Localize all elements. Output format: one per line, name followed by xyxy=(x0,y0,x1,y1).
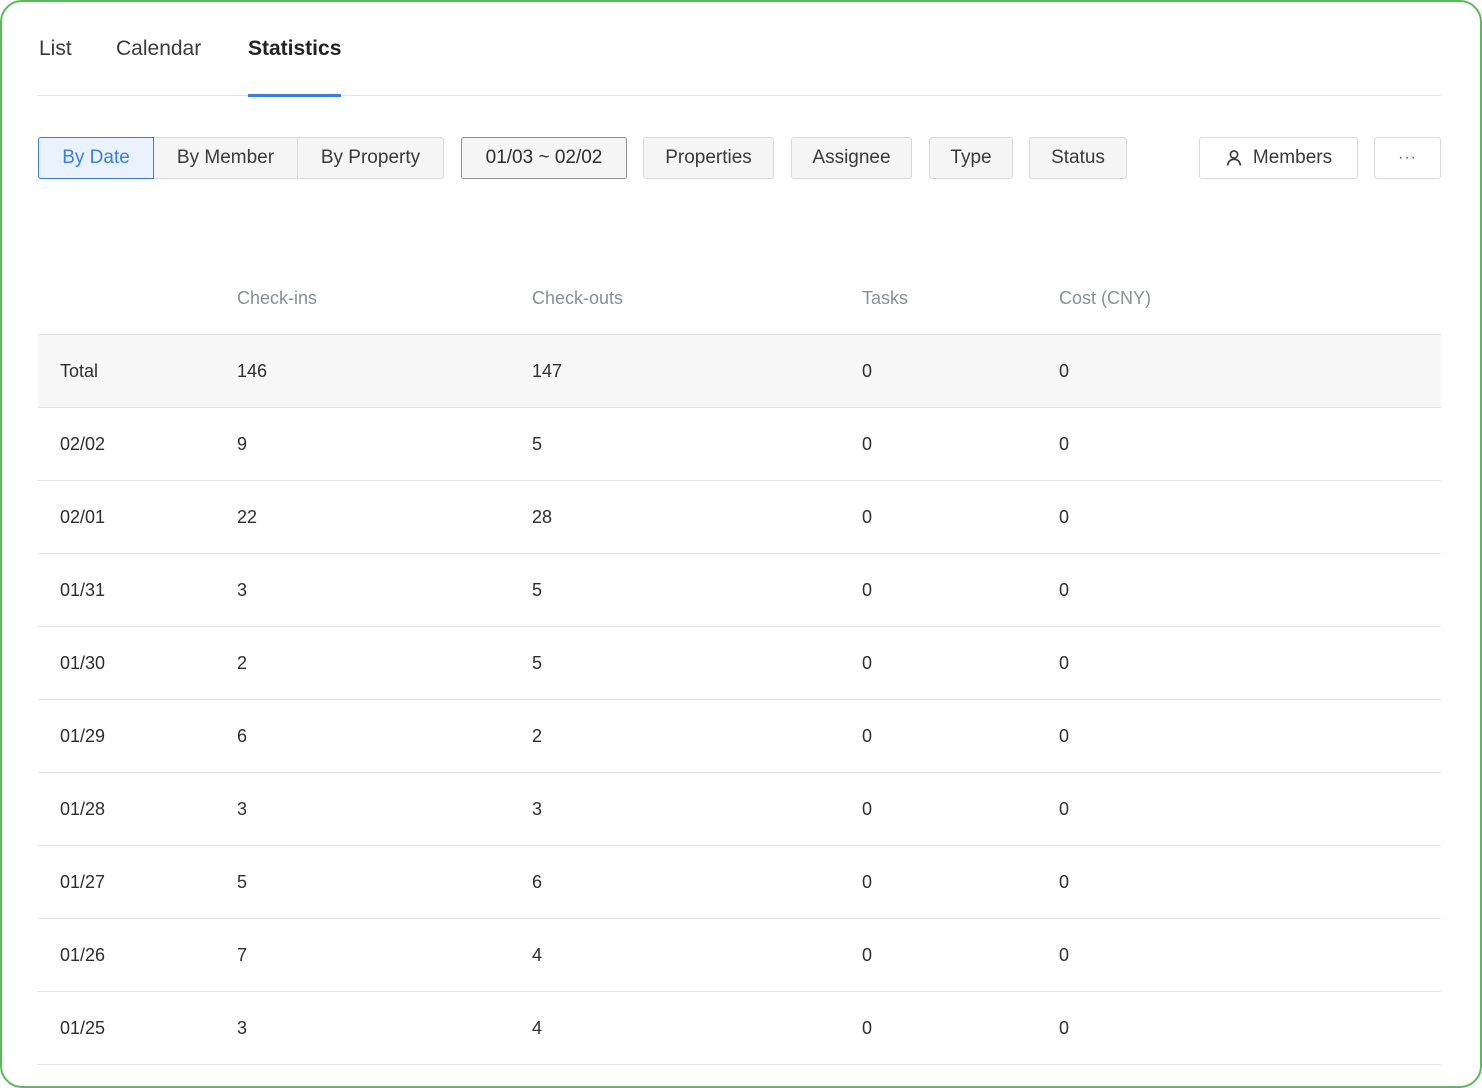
cell-check-outs: 4 xyxy=(532,918,862,992)
cell-tasks: 0 xyxy=(862,699,1059,773)
cell-cost: 0 xyxy=(1059,772,1441,846)
cell-date: 01/27 xyxy=(38,845,237,919)
column-header-date xyxy=(38,262,237,335)
members-label: Members xyxy=(1252,147,1333,168)
statistics-table: Check-ins Check-outs Tasks Cost (CNY) To… xyxy=(38,262,1441,1065)
cell-date: Total xyxy=(38,334,237,408)
cell-check-ins: 3 xyxy=(237,991,532,1065)
cell-tasks: 0 xyxy=(862,407,1059,481)
cell-cost: 0 xyxy=(1059,553,1441,627)
cell-check-ins: 3 xyxy=(237,553,532,627)
cell-check-outs: 2 xyxy=(532,699,862,773)
cell-date: 01/31 xyxy=(38,553,237,627)
cell-check-outs: 4 xyxy=(532,991,862,1065)
group-by-member-button[interactable]: By Member xyxy=(153,137,298,179)
column-header-cost: Cost (CNY) xyxy=(1059,262,1441,335)
cell-check-ins: 6 xyxy=(237,699,532,773)
user-icon xyxy=(1225,149,1243,167)
tab-list[interactable]: List xyxy=(39,36,72,62)
cell-cost: 0 xyxy=(1059,407,1441,481)
table-row: 01/30 2 5 0 0 xyxy=(38,626,1441,700)
cell-check-outs: 5 xyxy=(532,553,862,627)
table-row: 01/31 3 5 0 0 xyxy=(38,553,1441,627)
cell-tasks: 0 xyxy=(862,991,1059,1065)
cell-tasks: 0 xyxy=(862,626,1059,700)
cell-check-ins: 2 xyxy=(237,626,532,700)
cell-check-outs: 28 xyxy=(532,480,862,554)
cell-check-outs: 5 xyxy=(532,407,862,481)
group-by-property-button[interactable]: By Property xyxy=(297,137,444,179)
app-window: List Calendar Statistics By Date By Memb… xyxy=(0,0,1482,1088)
table-row: 01/26 7 4 0 0 xyxy=(38,918,1441,992)
cell-check-ins: 7 xyxy=(237,918,532,992)
cell-check-ins: 3 xyxy=(237,772,532,846)
cell-cost: 0 xyxy=(1059,626,1441,700)
cell-date: 02/01 xyxy=(38,480,237,554)
view-tabs: List Calendar Statistics xyxy=(38,2,1441,97)
more-options-button[interactable]: ··· xyxy=(1374,137,1441,179)
cell-date: 01/30 xyxy=(38,626,237,700)
column-header-check-ins: Check-ins xyxy=(237,262,532,335)
tab-calendar[interactable]: Calendar xyxy=(116,36,201,62)
table-row: 01/29 6 2 0 0 xyxy=(38,699,1441,773)
cell-check-ins: 146 xyxy=(237,334,532,408)
cell-tasks: 0 xyxy=(862,918,1059,992)
cell-tasks: 0 xyxy=(862,553,1059,627)
cell-tasks: 0 xyxy=(862,334,1059,408)
cell-cost: 0 xyxy=(1059,334,1441,408)
cell-tasks: 0 xyxy=(862,845,1059,919)
table-row-total: Total 146 147 0 0 xyxy=(38,334,1441,408)
table-row: 01/28 3 3 0 0 xyxy=(38,772,1441,846)
cell-tasks: 0 xyxy=(862,772,1059,846)
column-header-check-outs: Check-outs xyxy=(532,262,862,335)
cell-check-outs: 6 xyxy=(532,845,862,919)
properties-filter-button[interactable]: Properties xyxy=(643,137,774,179)
cell-cost: 0 xyxy=(1059,699,1441,773)
cell-cost: 0 xyxy=(1059,845,1441,919)
table-body: Total 146 147 0 0 02/02 9 5 0 0 02/01 22 28 0 0 01/31 3 5… xyxy=(38,334,1441,1065)
active-tab-indicator xyxy=(248,94,341,97)
cell-date: 01/26 xyxy=(38,918,237,992)
cell-date: 01/29 xyxy=(38,699,237,773)
cell-check-outs: 147 xyxy=(532,334,862,408)
table-header-row: Check-ins Check-outs Tasks Cost (CNY) xyxy=(38,262,1441,335)
cell-cost: 0 xyxy=(1059,480,1441,554)
cell-date: 02/02 xyxy=(38,407,237,481)
type-filter-button[interactable]: Type xyxy=(929,137,1013,179)
table-row: 01/25 3 4 0 0 xyxy=(38,991,1441,1065)
cell-date: 01/25 xyxy=(38,991,237,1065)
column-header-tasks: Tasks xyxy=(862,262,1059,335)
cell-tasks: 0 xyxy=(862,480,1059,554)
cell-date: 01/28 xyxy=(38,772,237,846)
cell-check-ins: 5 xyxy=(237,845,532,919)
members-button[interactable]: Members xyxy=(1199,137,1358,179)
assignee-filter-button[interactable]: Assignee xyxy=(791,137,912,179)
group-by-date-button[interactable]: By Date xyxy=(38,137,154,179)
table-row: 02/01 22 28 0 0 xyxy=(38,480,1441,554)
cell-check-outs: 5 xyxy=(532,626,862,700)
cell-check-ins: 9 xyxy=(237,407,532,481)
more-icon: ··· xyxy=(1398,149,1417,166)
tab-statistics[interactable]: Statistics xyxy=(248,36,341,62)
table-row: 01/27 5 6 0 0 xyxy=(38,845,1441,919)
cell-check-outs: 3 xyxy=(532,772,862,846)
cell-cost: 0 xyxy=(1059,918,1441,992)
status-filter-button[interactable]: Status xyxy=(1029,137,1127,179)
cell-cost: 0 xyxy=(1059,991,1441,1065)
date-range-picker[interactable]: 01/03 ~ 02/02 xyxy=(461,137,627,179)
table-row: 02/02 9 5 0 0 xyxy=(38,407,1441,481)
cell-check-ins: 22 xyxy=(237,480,532,554)
